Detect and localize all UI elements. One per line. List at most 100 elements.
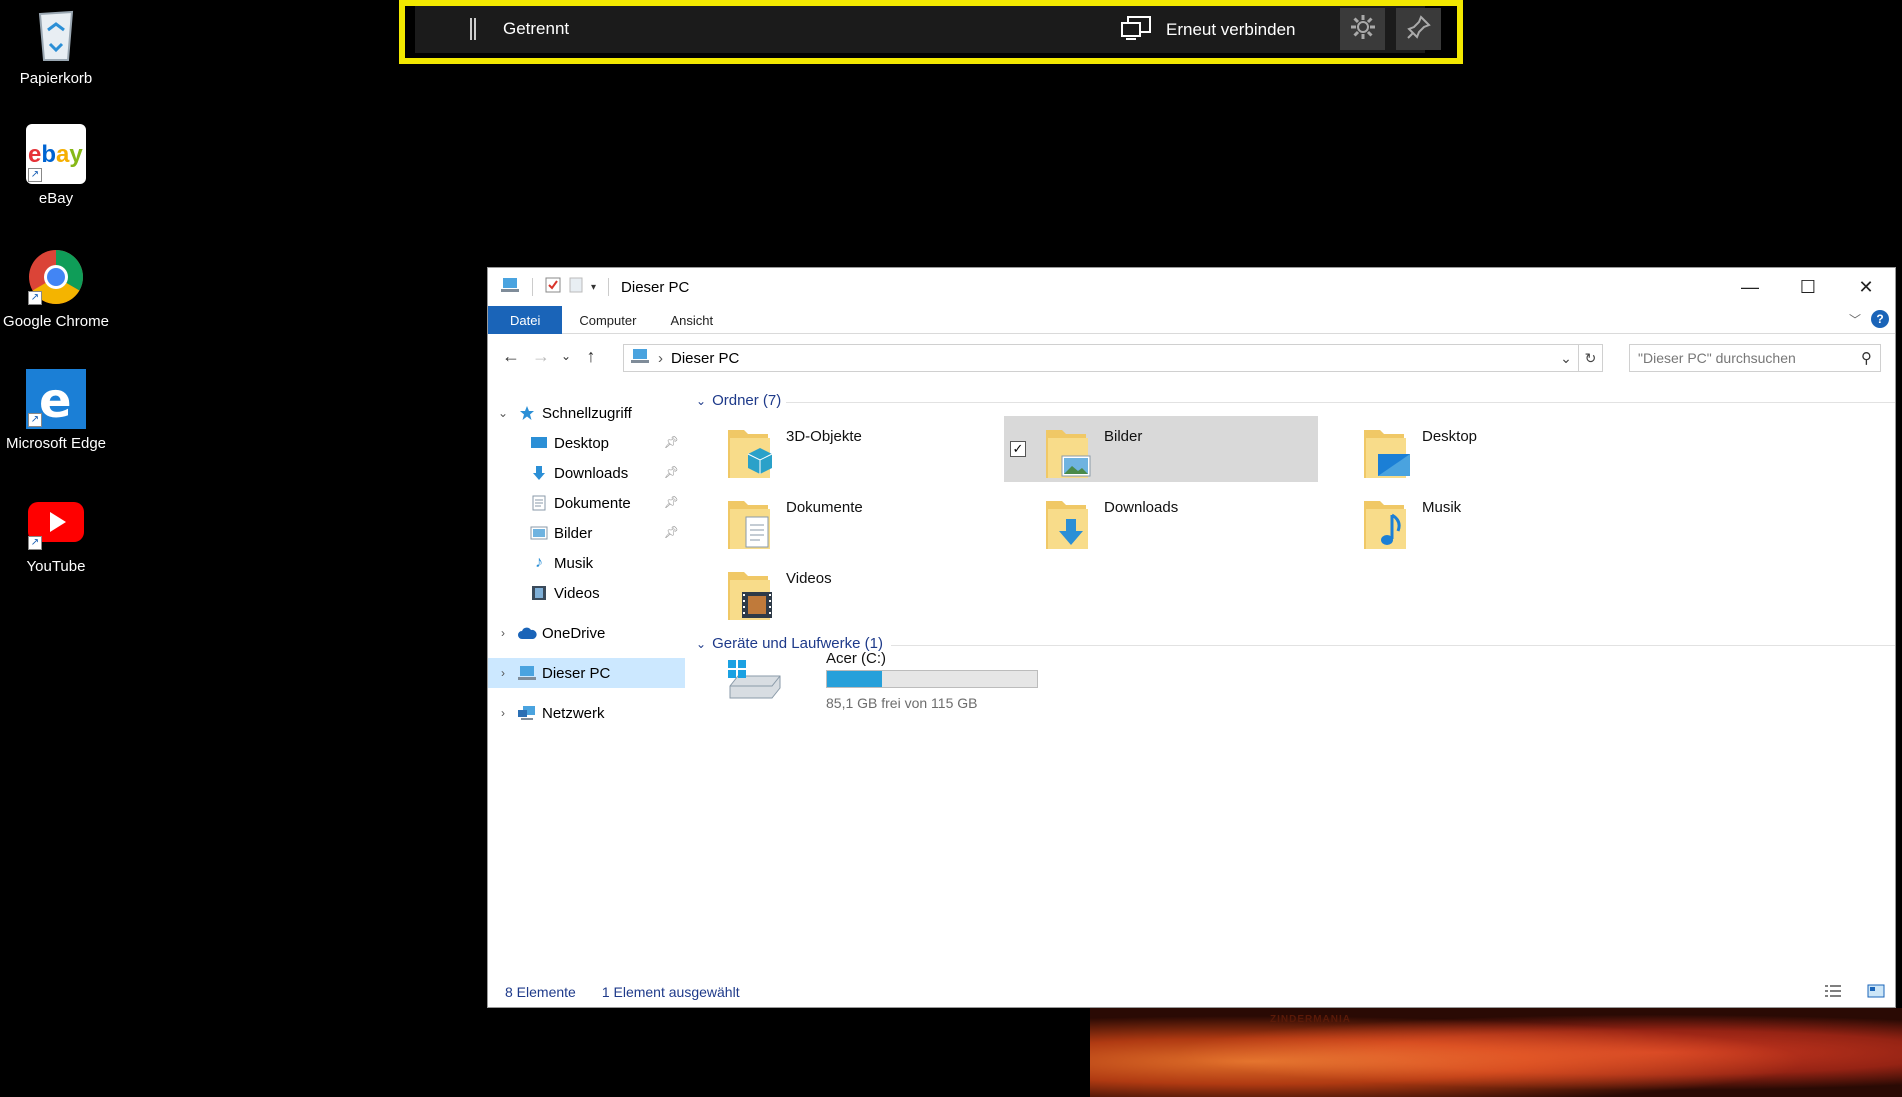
chevron-down-icon[interactable]: ⌄ [696,637,706,651]
nav-item-pictures[interactable]: Bilder 📌︎ [488,518,685,548]
back-button[interactable]: ← [496,346,526,367]
folder-tile-desktop[interactable]: Desktop [1322,416,1636,482]
new-folder-icon[interactable] [569,277,583,297]
chevron-right-icon[interactable]: › [496,626,510,640]
film-icon [528,584,550,602]
drive-tile-c[interactable]: Acer (C:) 85,1 GB frei von 115 GB [726,648,1066,718]
recycle-bin-icon [26,4,86,64]
breadcrumb-chevron-icon[interactable]: › [658,350,663,367]
chevron-right-icon[interactable]: › [496,706,510,720]
up-button[interactable]: ↑ [576,346,606,367]
nav-label: Bilder [554,524,593,542]
checkbox-checked[interactable]: ✓ [1010,441,1026,457]
pin-icon[interactable]: 📌︎ [664,435,679,449]
address-bar[interactable]: › Dieser PC ⌄ ↻ [623,344,1603,372]
desktop-icon-label: YouTube [26,558,86,575]
forward-arrow-icon: → [532,345,550,366]
nav-item-documents[interactable]: Dokumente 📌︎ [488,488,685,518]
chevron-down-icon[interactable]: ⌄ [696,394,706,408]
wallpaper-text: ZINDERMANIA [1270,1014,1351,1025]
nav-quick-access[interactable]: ⌄ Schnellzugriff [488,398,685,428]
details-view-icon[interactable] [1824,983,1842,1002]
desktop-icon-ebay[interactable]: ebay ↗ eBay [0,124,112,207]
search-box[interactable]: "Dieser PC" durchsuchen ⚲ [1629,344,1881,372]
content-pane: ⌄ Ordner (7) 3D-Objekte ✓ Bilder Desktop [686,383,1895,967]
nav-item-videos[interactable]: Videos [488,578,685,608]
folder-tile-videos[interactable]: Videos [686,558,1000,624]
folder-name: 3D-Objekte [786,428,862,445]
maximize-button[interactable]: ☐ [1779,268,1837,306]
minimize-button[interactable]: — [1721,268,1779,306]
maximize-icon: ☐ [1799,276,1817,297]
tab-datei[interactable]: Datei [488,306,563,334]
close-button[interactable]: ✕ [1837,268,1895,306]
svg-text:e: e [39,373,72,429]
nav-label: Downloads [554,464,629,482]
settings-button[interactable] [1340,8,1385,50]
nav-label: Dieser PC [542,664,611,682]
ribbon-tabs: Datei Computer Ansicht ﹀ ? [488,306,1895,334]
up-arrow-icon: ↑ [586,345,596,366]
gear-icon [1349,13,1377,46]
title-bar: ▾ Dieser PC — ☐ ✕ [488,268,1895,306]
reconnect-button[interactable]: Erneut verbinden [1120,14,1295,46]
breadcrumb-this-pc[interactable]: Dieser PC [671,350,739,367]
edge-icon: e ↗ [26,369,86,429]
shortcut-arrow-icon: ↗ [28,536,42,550]
ebay-icon: ebay ↗ [26,124,86,184]
recent-locations-button[interactable]: ⌄ [556,349,576,363]
drag-handle[interactable] [470,18,476,40]
drive-usage-bar [826,670,1038,688]
tab-ansicht[interactable]: Ansicht [653,306,730,334]
nav-item-music[interactable]: ♪ Musik [488,548,685,578]
status-bar: 8 Elemente 1 Element ausgewählt [488,977,1895,1007]
nav-network[interactable]: › Netzwerk [488,698,685,728]
expand-ribbon-icon[interactable]: ﹀ [1849,311,1861,328]
properties-icon[interactable] [545,277,561,297]
document-icon [528,494,550,512]
group-title: Ordner (7) [712,392,782,409]
refresh-icon[interactable]: ↻ [1578,345,1602,371]
folder-tile-music[interactable]: Musik [1322,487,1636,553]
music-folder-icon [1362,495,1410,551]
chevron-right-icon[interactable]: › [496,666,510,680]
nav-item-desktop[interactable]: Desktop 📌︎ [488,428,685,458]
help-icon[interactable]: ? [1871,310,1889,328]
desktop-icon-chrome[interactable]: ↗ Google Chrome [0,247,112,330]
chevron-down-icon[interactable]: ⌄ [496,406,510,420]
nav-item-downloads[interactable]: Downloads 📌︎ [488,458,685,488]
pictures-folder-icon [1044,424,1092,480]
item-count: 8 Elemente [505,984,576,1000]
nav-onedrive[interactable]: › OneDrive [488,618,685,648]
folder-tile-documents[interactable]: Dokumente [686,487,1000,553]
hard-drive-icon [726,658,782,707]
address-dropdown-icon[interactable]: ⌄ [1554,345,1578,371]
customize-toolbar-icon[interactable]: ▾ [591,282,596,293]
desktop-icon-youtube[interactable]: ↗ YouTube [0,492,112,575]
forward-button[interactable]: → [526,346,556,367]
group-header-folders[interactable]: ⌄ Ordner (7) [696,392,781,409]
tiles-view-icon[interactable] [1867,983,1885,1002]
search-placeholder: "Dieser PC" durchsuchen [1638,350,1796,366]
nav-this-pc[interactable]: › Dieser PC [488,658,685,688]
nav-label: Desktop [554,434,610,452]
pin-icon[interactable]: 📌︎ [664,525,679,539]
pin-icon[interactable]: 📌︎ [664,465,679,479]
desktop-icon-recycle-bin[interactable]: Papierkorb [0,4,112,87]
desktop-icon-edge[interactable]: e ↗ Microsoft Edge [0,369,112,452]
pin-button[interactable] [1396,8,1441,50]
folder-tile-3d-objects[interactable]: 3D-Objekte [686,416,1000,482]
videos-folder-icon [726,566,774,622]
tab-computer[interactable]: Computer [562,306,653,334]
reconnect-label: Erneut verbinden [1166,20,1296,39]
this-pc-icon [500,277,520,297]
folder-tile-pictures[interactable]: ✓ Bilder [1004,416,1318,482]
window-title: Dieser PC [621,278,690,296]
explorer-window: ▾ Dieser PC — ☐ ✕ Datei Computer Ansicht… [487,267,1896,1008]
nav-label: Videos [554,584,600,602]
network-icon [516,704,538,722]
pin-icon[interactable]: 📌︎ [664,495,679,509]
search-icon[interactable]: ⚲ [1861,349,1872,367]
back-arrow-icon: ← [502,345,520,366]
folder-tile-downloads[interactable]: Downloads [1004,487,1318,553]
